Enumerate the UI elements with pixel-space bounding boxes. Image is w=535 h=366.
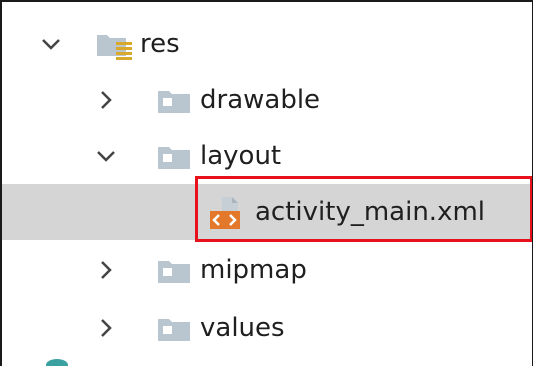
folder-icon: [158, 147, 190, 169]
tree-item-label: mipmap: [200, 255, 307, 285]
chevron-down-icon[interactable]: [40, 33, 62, 55]
tree-item-mipmap[interactable]: mipmap: [2, 242, 532, 298]
tree-item-drawable[interactable]: drawable: [2, 72, 532, 128]
tree-item-values[interactable]: values: [2, 300, 532, 356]
tree-item-label: res: [140, 29, 180, 59]
chevron-down-icon[interactable]: [95, 145, 117, 167]
folder-icon: [158, 91, 190, 113]
chevron-right-icon[interactable]: [95, 259, 117, 281]
tree-item-res[interactable]: res: [2, 16, 532, 72]
project-tree-panel: res drawable layout activity_main.xml mi…: [0, 0, 533, 366]
tree-item-label: values: [200, 313, 285, 343]
partial-item-icon: [46, 359, 68, 366]
selection-highlight-box: [195, 176, 532, 242]
chevron-right-icon[interactable]: [95, 89, 117, 111]
resource-folder-icon: [97, 35, 132, 60]
tree-item-label: drawable: [200, 85, 321, 115]
folder-icon: [158, 261, 190, 283]
folder-icon: [158, 319, 190, 341]
chevron-right-icon[interactable]: [95, 317, 117, 339]
